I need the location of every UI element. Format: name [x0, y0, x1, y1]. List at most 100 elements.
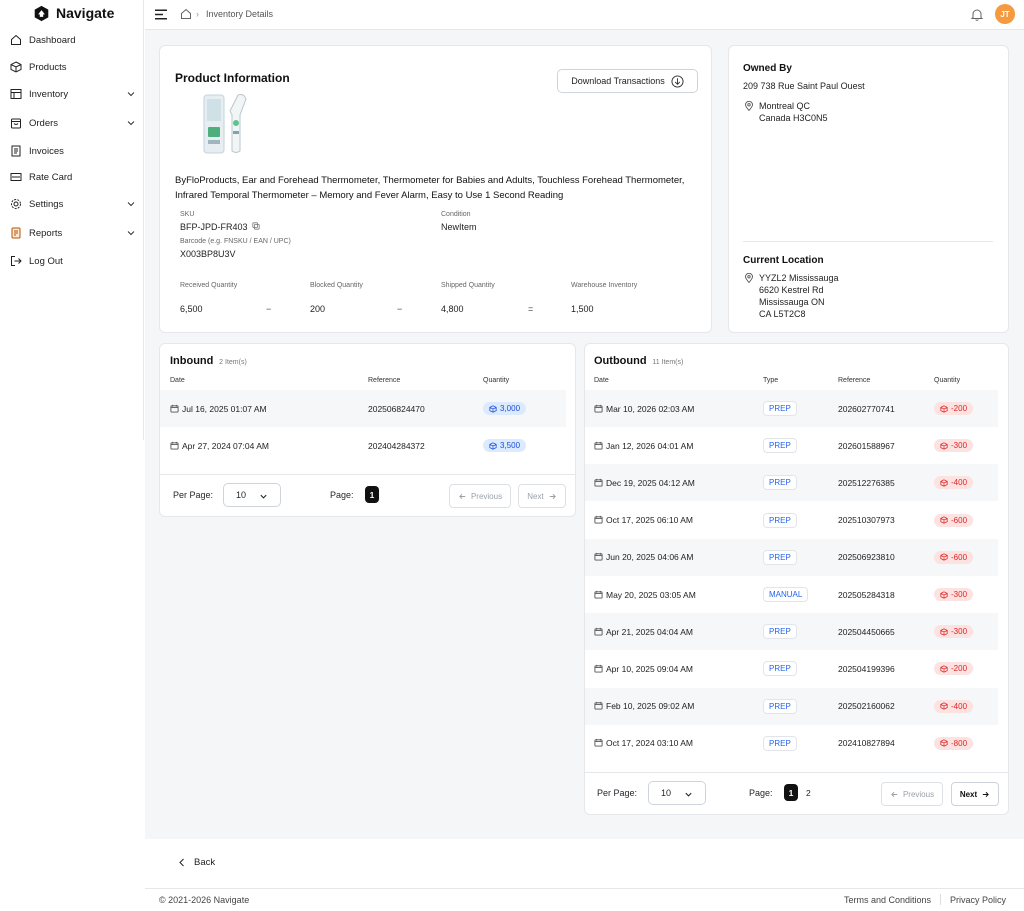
- back-button[interactable]: Back: [178, 857, 215, 868]
- inbound-per-page-select[interactable]: 10: [223, 483, 281, 507]
- calendar-icon: [594, 590, 603, 599]
- outbound-type: PREP: [763, 401, 797, 416]
- table-row: Jul 16, 2025 01:07 AM 202506824470 3,000: [160, 390, 566, 427]
- calendar-icon: [170, 441, 179, 450]
- sidebar-item-products[interactable]: Products: [0, 56, 144, 78]
- outbound-quantity: -600: [934, 550, 974, 564]
- owned-by-title: Owned By: [743, 63, 792, 74]
- hamburger-menu-icon[interactable]: [155, 9, 167, 20]
- outbound-page-label: Page:: [749, 788, 773, 798]
- download-transactions-button[interactable]: Download Transactions: [557, 69, 698, 93]
- chevron-down-icon[interactable]: [126, 118, 136, 128]
- outbound-date: Mar 10, 2026 02:03 AM: [594, 404, 694, 414]
- sidebar-item-orders[interactable]: Orders: [0, 112, 144, 134]
- outbound-quantity: -200: [934, 662, 974, 676]
- quantity-badge: -800: [934, 736, 974, 750]
- outbound-next-button[interactable]: Next: [951, 782, 999, 806]
- warehouse-inventory-label: Warehouse Inventory: [571, 282, 638, 289]
- sidebar-item-dashboard[interactable]: Dashboard: [0, 29, 144, 51]
- product-information-card: Product Information Download Transaction…: [159, 45, 712, 333]
- outbound-quantity: -200: [934, 402, 974, 415]
- outbound-reference: 202602770741: [838, 403, 895, 414]
- chevron-down-icon: [260, 494, 267, 499]
- sidebar-item-reports[interactable]: Reports: [0, 222, 144, 244]
- outbound-col-reference: Reference: [838, 377, 871, 384]
- product-image: [203, 94, 247, 154]
- sidebar-item-inventory[interactable]: Inventory: [0, 83, 144, 105]
- minus-operator: −: [266, 304, 272, 314]
- table-row: May 20, 2025 03:05 AM MANUAL 202505284318 -…: [585, 576, 998, 613]
- inbound-next-label: Next: [527, 491, 544, 501]
- outbound-page-1[interactable]: 1: [784, 784, 798, 801]
- outbound-type: PREP: [763, 475, 797, 491]
- inbound-page-1[interactable]: 1: [365, 486, 379, 503]
- outbound-page-2[interactable]: 2: [806, 788, 811, 798]
- bag-icon: [11, 118, 21, 129]
- user-avatar[interactable]: JT: [995, 4, 1015, 24]
- outbound-previous-button[interactable]: Previous: [881, 782, 943, 806]
- notification-bell-icon[interactable]: [971, 8, 983, 21]
- quantity-text: -300: [951, 590, 968, 599]
- quantity-text: -400: [951, 478, 968, 488]
- minus-operator-2: −: [397, 304, 403, 314]
- outbound-per-page-label: Per Page:: [597, 788, 638, 798]
- outbound-previous-label: Previous: [902, 789, 935, 799]
- inbound-reference: 202404284372: [368, 440, 425, 451]
- quantity-badge: -300: [934, 625, 974, 639]
- outbound-type: MANUAL: [763, 587, 809, 602]
- barcode-value: X003BP8U3V: [180, 249, 236, 259]
- barcode-label: Barcode (e.g. FNSKU / EAN / UPC): [180, 238, 291, 245]
- date-text: Apr 27, 2024 07:04 AM: [182, 440, 269, 451]
- package-icon: [940, 702, 948, 710]
- inbound-per-page-label: Per Page:: [173, 490, 214, 500]
- divider: [743, 241, 993, 242]
- sidebar-item-rate-card[interactable]: Rate Card: [0, 166, 144, 188]
- quantity-text: -600: [951, 552, 968, 562]
- app-logo[interactable]: Navigate: [33, 4, 114, 22]
- chevron-down-icon[interactable]: [126, 89, 136, 99]
- inbound-previous-button[interactable]: Previous: [449, 484, 511, 508]
- sidebar-item-log-out[interactable]: Log Out: [0, 250, 144, 272]
- chevron-down-icon[interactable]: [126, 228, 136, 238]
- gear-icon: [11, 199, 21, 209]
- sidebar-item-settings[interactable]: Settings: [0, 193, 144, 215]
- arrow-right-icon: [549, 493, 556, 499]
- owner-card: Owned By 209 738 Rue Saint Paul Ouest Mo…: [728, 45, 1009, 333]
- package-icon: [940, 479, 948, 487]
- location-line4: CA L5T2C8: [759, 309, 806, 319]
- package-icon: [940, 665, 948, 673]
- inbound-date: Jul 16, 2025 01:07 AM: [170, 404, 267, 414]
- outbound-quantity: -600: [934, 513, 974, 527]
- logo-icon: [34, 5, 49, 21]
- terms-link[interactable]: Terms and Conditions: [844, 895, 931, 905]
- rate-card-icon: [10, 173, 22, 181]
- sidebar-item-invoices[interactable]: Invoices: [0, 140, 144, 162]
- breadcrumb-home-icon[interactable]: [180, 8, 192, 20]
- type-badge: MANUAL: [763, 587, 809, 602]
- outbound-type: PREP: [763, 735, 797, 751]
- inbound-quantity: 3,000: [483, 402, 527, 415]
- outbound-type: PREP: [763, 512, 797, 528]
- product-title: ByFloProducts, Ear and Forehead Thermome…: [175, 175, 685, 201]
- outbound-reference: 202512276385: [838, 477, 895, 488]
- outbound-per-page-select[interactable]: 10: [648, 781, 706, 805]
- download-icon: [671, 74, 684, 88]
- chevron-left-icon: [179, 858, 184, 867]
- outbound-reference: 202502160062: [838, 701, 895, 712]
- quantity-badge: -400: [934, 699, 974, 713]
- chevron-down-icon: [685, 792, 692, 797]
- location-line1: YYZL2 Mississauga: [759, 273, 839, 283]
- copy-icon[interactable]: [252, 222, 260, 230]
- sku-text: BFP-JPD-FR403: [180, 222, 248, 232]
- inbound-reference: 202506824470: [368, 403, 425, 414]
- outbound-date: May 20, 2025 03:05 AM: [594, 590, 696, 600]
- quantity-badge: 3,000: [483, 402, 527, 415]
- chevron-down-icon[interactable]: [126, 199, 136, 209]
- inbound-next-button[interactable]: Next: [518, 484, 566, 508]
- privacy-link[interactable]: Privacy Policy: [950, 895, 1006, 905]
- package-icon: [940, 516, 948, 524]
- inbound-col-quantity: Quantity: [483, 377, 510, 384]
- location-line3: Mississauga ON: [759, 297, 825, 307]
- package-icon: [940, 404, 948, 413]
- owner-city: Montreal QC: [759, 101, 811, 111]
